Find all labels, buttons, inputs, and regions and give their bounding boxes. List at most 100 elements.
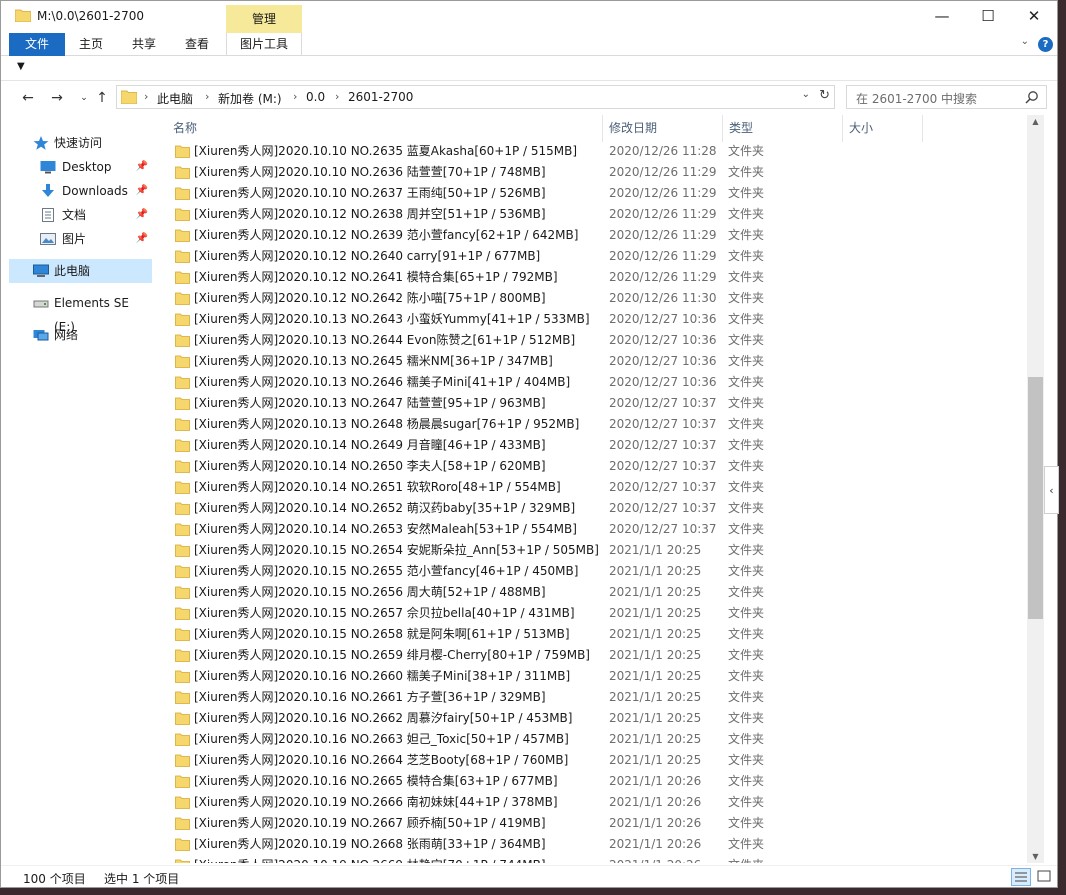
tab-share[interactable]: 共享 xyxy=(120,33,168,56)
file-row[interactable]: [Xiuren秀人网]2020.10.12 NO.2639 范小萱fancy[6… xyxy=(159,225,1027,246)
breadcrumb-separator-icon[interactable]: › xyxy=(293,90,297,103)
column-header-name[interactable]: 名称 xyxy=(167,115,603,142)
column-header-type[interactable]: 类型 xyxy=(723,115,843,142)
close-button[interactable]: ✕ xyxy=(1011,1,1057,33)
tab-picture-tools[interactable]: 图片工具 xyxy=(226,33,302,56)
file-row[interactable]: [Xiuren秀人网]2020.10.13 NO.2646 糯美子Mini[41… xyxy=(159,372,1027,393)
file-row[interactable]: [Xiuren秀人网]2020.10.10 NO.2635 蓝夏Akasha[6… xyxy=(159,141,1027,162)
forward-arrow-icon[interactable]: → xyxy=(47,88,67,108)
file-row[interactable]: [Xiuren秀人网]2020.10.12 NO.2641 模特合集[65+1P… xyxy=(159,267,1027,288)
recent-locations-chevron-icon[interactable]: ⌄ xyxy=(74,88,94,108)
search-icon[interactable] xyxy=(1025,90,1039,104)
tab-file[interactable]: 文件 xyxy=(9,33,65,56)
file-row[interactable]: [Xiuren秀人网]2020.10.13 NO.2648 杨晨晨sugar[7… xyxy=(159,414,1027,435)
pin-icon[interactable]: 📌 xyxy=(136,203,148,227)
file-row[interactable]: [Xiuren秀人网]2020.10.16 NO.2661 方子萱[36+1P … xyxy=(159,687,1027,708)
file-row[interactable]: [Xiuren秀人网]2020.10.13 NO.2645 糯米NM[36+1P… xyxy=(159,351,1027,372)
scroll-up-icon[interactable]: ▲ xyxy=(1027,117,1044,126)
nav-network[interactable]: 网络 xyxy=(9,323,152,347)
file-row[interactable]: [Xiuren秀人网]2020.10.13 NO.2643 小蛮妖Yummy[4… xyxy=(159,309,1027,330)
file-row[interactable]: [Xiuren秀人网]2020.10.10 NO.2636 陆萱萱[70+1P … xyxy=(159,162,1027,183)
help-icon[interactable]: ? xyxy=(1038,37,1053,52)
file-name: [Xiuren秀人网]2020.10.16 NO.2662 周慕汐fairy[5… xyxy=(194,711,573,725)
breadcrumb-separator-icon[interactable]: › xyxy=(335,90,339,103)
file-row[interactable]: [Xiuren秀人网]2020.10.12 NO.2642 陈小喵[75+1P … xyxy=(159,288,1027,309)
large-icons-view-icon[interactable] xyxy=(1035,868,1055,886)
title-bar: M:\0.0\2601-2700 管理 — ☐ ✕ xyxy=(1,1,1057,33)
file-row[interactable]: [Xiuren秀人网]2020.10.15 NO.2654 安妮斯朵拉_Ann[… xyxy=(159,540,1027,561)
pin-icon[interactable]: 📌 xyxy=(136,227,148,251)
collapse-pane-chevron-icon[interactable]: ‹ xyxy=(1044,466,1059,514)
nav-item-label: Desktop xyxy=(62,160,112,174)
minimize-button[interactable]: — xyxy=(919,1,965,33)
file-row[interactable]: [Xiuren秀人网]2020.10.19 NO.2668 张雨萌[33+1P … xyxy=(159,834,1027,855)
manage-context-tab[interactable]: 管理 xyxy=(226,5,302,33)
file-row[interactable]: [Xiuren秀人网]2020.10.19 NO.2666 南初妹妹[44+1P… xyxy=(159,792,1027,813)
file-row[interactable]: [Xiuren秀人网]2020.10.14 NO.2652 萌汉药baby[35… xyxy=(159,498,1027,519)
nav-item-desktop[interactable]: Desktop 📌 xyxy=(9,155,152,179)
file-row[interactable]: [Xiuren秀人网]2020.10.16 NO.2664 芝芝Booty[68… xyxy=(159,750,1027,771)
file-row[interactable]: [Xiuren秀人网]2020.10.10 NO.2637 王雨纯[50+1P … xyxy=(159,183,1027,204)
customize-toolbar-icon[interactable]: ▼ xyxy=(17,61,25,72)
file-row[interactable]: [Xiuren秀人网]2020.10.16 NO.2663 妲己_Toxic[5… xyxy=(159,729,1027,750)
folder-icon xyxy=(175,733,190,746)
file-name: [Xiuren秀人网]2020.10.19 NO.2669 林静宝[70+1P … xyxy=(194,855,546,863)
address-bar[interactable]: › 此电脑 › 新加卷 (M:) › 0.0 › 2601-2700 ⌄ ↻ xyxy=(116,85,835,109)
details-view-icon[interactable] xyxy=(1011,868,1031,886)
file-row[interactable]: [Xiuren秀人网]2020.10.15 NO.2659 绯月樱-Cherry… xyxy=(159,645,1027,666)
file-row[interactable]: [Xiuren秀人网]2020.10.16 NO.2662 周慕汐fairy[5… xyxy=(159,708,1027,729)
pin-icon[interactable]: 📌 xyxy=(136,155,148,179)
file-row[interactable]: [Xiuren秀人网]2020.10.15 NO.2656 周大萌[52+1P … xyxy=(159,582,1027,603)
tab-home[interactable]: 主页 xyxy=(67,33,115,56)
file-row[interactable]: [Xiuren秀人网]2020.10.14 NO.2649 月音瞳[46+1P … xyxy=(159,435,1027,456)
breadcrumb-drive[interactable]: 新加卷 (M:) xyxy=(218,90,282,107)
file-row[interactable]: [Xiuren秀人网]2020.10.14 NO.2650 李夫人[58+1P … xyxy=(159,456,1027,477)
file-row[interactable]: [Xiuren秀人网]2020.10.16 NO.2660 糯美子Mini[38… xyxy=(159,666,1027,687)
file-name: [Xiuren秀人网]2020.10.13 NO.2645 糯米NM[36+1P… xyxy=(194,354,553,368)
file-row[interactable]: [Xiuren秀人网]2020.10.14 NO.2651 软软Roro[48+… xyxy=(159,477,1027,498)
vertical-scrollbar[interactable]: ▲ ▼ xyxy=(1027,115,1044,863)
up-arrow-icon[interactable]: ↑ xyxy=(92,88,112,108)
back-arrow-icon[interactable]: ← xyxy=(18,88,38,108)
scroll-down-icon[interactable]: ▼ xyxy=(1027,852,1044,861)
breadcrumb-separator-icon[interactable]: › xyxy=(144,90,148,103)
file-row[interactable]: [Xiuren秀人网]2020.10.15 NO.2658 就是阿朱啊[61+1… xyxy=(159,624,1027,645)
nav-this-pc[interactable]: 此电脑 xyxy=(9,259,152,283)
pin-icon[interactable]: 📌 xyxy=(136,179,148,203)
nav-item-pictures[interactable]: 图片 📌 xyxy=(9,227,152,251)
file-row[interactable]: [Xiuren秀人网]2020.10.16 NO.2665 模特合集[63+1P… xyxy=(159,771,1027,792)
file-type: 文件夹 xyxy=(728,501,765,515)
file-row[interactable]: [Xiuren秀人网]2020.10.13 NO.2647 陆萱萱[95+1P … xyxy=(159,393,1027,414)
file-date: 2020/12/26 11:29 xyxy=(609,270,717,284)
file-row[interactable]: [Xiuren秀人网]2020.10.19 NO.2667 顾乔楠[50+1P … xyxy=(159,813,1027,834)
scrollbar-thumb[interactable] xyxy=(1028,377,1043,619)
expand-ribbon-icon[interactable]: ⌄ xyxy=(1021,36,1029,47)
column-header-date[interactable]: 修改日期 xyxy=(603,115,723,142)
file-row[interactable]: [Xiuren秀人网]2020.10.15 NO.2655 范小萱fancy[4… xyxy=(159,561,1027,582)
address-dropdown-icon[interactable]: ⌄ xyxy=(802,89,810,100)
file-type: 文件夹 xyxy=(728,606,765,620)
search-box[interactable]: 在 2601-2700 中搜索 xyxy=(846,85,1047,109)
file-row[interactable]: [Xiuren秀人网]2020.10.13 NO.2644 Evon陈赞之[61… xyxy=(159,330,1027,351)
folder-icon xyxy=(175,355,190,368)
tab-view[interactable]: 查看 xyxy=(173,33,221,56)
nav-drive[interactable]: Elements SE (E:) xyxy=(9,291,152,334)
folder-icon xyxy=(175,460,190,473)
nav-item-downloads[interactable]: Downloads 📌 xyxy=(9,179,152,203)
nav-item-documents[interactable]: 文档 📌 xyxy=(9,203,152,227)
refresh-icon[interactable]: ↻ xyxy=(819,88,830,103)
file-row[interactable]: [Xiuren秀人网]2020.10.12 NO.2640 carry[91+1… xyxy=(159,246,1027,267)
column-header-size[interactable]: 大小 xyxy=(843,115,923,142)
folder-icon xyxy=(175,544,190,557)
breadcrumb-this-pc[interactable]: 此电脑 xyxy=(157,90,193,107)
file-row[interactable]: [Xiuren秀人网]2020.10.12 NO.2638 周并空[51+1P … xyxy=(159,204,1027,225)
nav-item-label: 图片 xyxy=(62,232,87,246)
file-row[interactable]: [Xiuren秀人网]2020.10.15 NO.2657 佘贝拉bella[4… xyxy=(159,603,1027,624)
file-row[interactable]: [Xiuren秀人网]2020.10.14 NO.2653 安然Maleah[5… xyxy=(159,519,1027,540)
maximize-button[interactable]: ☐ xyxy=(965,1,1011,33)
breadcrumb-separator-icon[interactable]: › xyxy=(205,90,209,103)
breadcrumb-folder[interactable]: 0.0 xyxy=(306,90,325,104)
file-row[interactable]: [Xiuren秀人网]2020.10.19 NO.2669 林静宝[70+1P … xyxy=(159,855,1027,863)
nav-quick-access[interactable]: 快速访问 xyxy=(9,131,152,155)
breadcrumb-current[interactable]: 2601-2700 xyxy=(348,90,413,104)
